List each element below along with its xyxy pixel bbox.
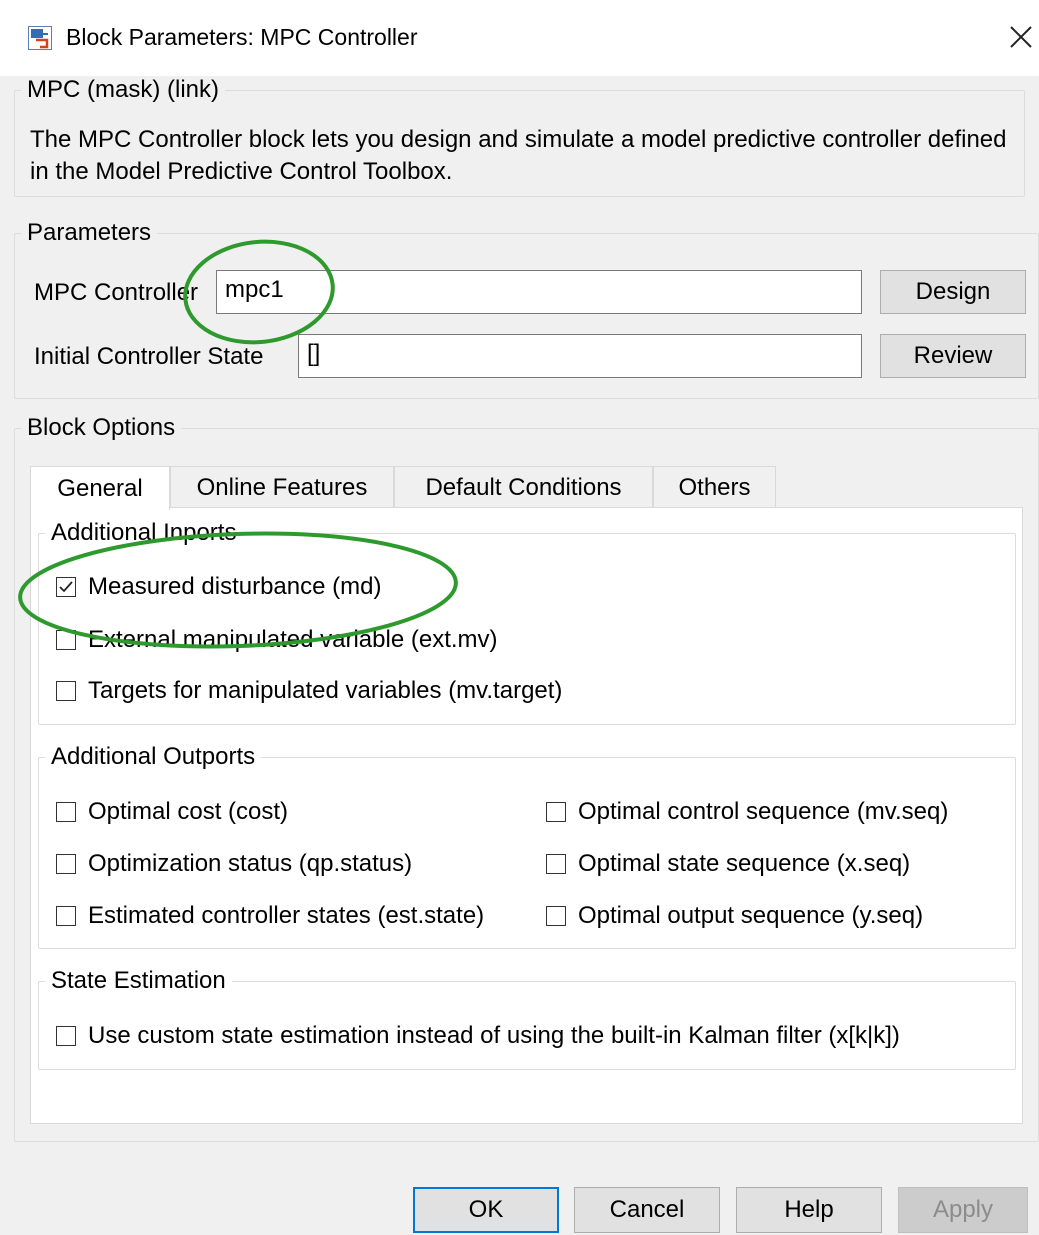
additional-outports-legend: Additional Outports: [45, 743, 262, 771]
state-estimation-group: State Estimation: [38, 967, 1016, 1070]
checkbox-x-seq[interactable]: Optimal state sequence (x.seq): [546, 848, 910, 880]
state-estimation-legend: State Estimation: [45, 967, 232, 995]
checkbox[interactable]: [56, 1026, 76, 1046]
mask-group-legend: MPC (mask) (link): [27, 76, 219, 103]
checkbox[interactable]: [56, 802, 76, 822]
mpc-controller-label: MPC Controller: [34, 279, 199, 306]
mpc-controller-input[interactable]: mpc1: [216, 270, 862, 314]
checkbox-mv-seq[interactable]: Optimal control sequence (mv.seq): [546, 796, 948, 828]
tab-general[interactable]: General: [30, 466, 170, 510]
checkbox[interactable]: [546, 906, 566, 926]
parameters-legend: Parameters: [27, 219, 152, 246]
checkmark-icon: [59, 581, 73, 593]
checkbox[interactable]: [546, 802, 566, 822]
close-icon[interactable]: [1004, 20, 1038, 54]
checkbox[interactable]: [546, 854, 566, 874]
simulink-block-icon: [28, 26, 52, 50]
checkbox-label: Measured disturbance (md): [88, 573, 382, 600]
checkbox-label: Targets for manipulated variables (mv.ta…: [88, 677, 563, 704]
checkbox-label: Estimated controller states (est.state): [88, 902, 485, 929]
checkbox-optimal-cost[interactable]: Optimal cost (cost): [56, 796, 288, 828]
help-button[interactable]: Help: [736, 1187, 882, 1233]
window-title: Block Parameters: MPC Controller: [66, 24, 418, 50]
checkbox-mv-target[interactable]: Targets for manipulated variables (mv.ta…: [56, 675, 562, 707]
checkbox[interactable]: [56, 854, 76, 874]
checkbox-label: Optimal control sequence (mv.seq): [578, 798, 949, 825]
checkbox-external-mv[interactable]: External manipulated variable (ext.mv): [56, 624, 498, 656]
checkbox-y-seq[interactable]: Optimal output sequence (y.seq): [546, 900, 923, 932]
ok-button[interactable]: OK: [413, 1187, 559, 1233]
checkbox[interactable]: [56, 630, 76, 650]
initial-state-label: Initial Controller State: [34, 343, 264, 370]
checkbox-label: Optimal cost (cost): [88, 798, 289, 825]
initial-state-input[interactable]: []: [298, 334, 862, 378]
apply-button: Apply: [898, 1187, 1028, 1233]
design-button[interactable]: Design: [880, 270, 1026, 314]
checkbox-custom-state-estimation[interactable]: Use custom state estimation instead of u…: [56, 1020, 900, 1052]
cancel-button[interactable]: Cancel: [574, 1187, 720, 1233]
tab-default-conditions[interactable]: Default Conditions: [394, 466, 653, 508]
checkbox[interactable]: [56, 681, 76, 701]
checkbox-label: Use custom state estimation instead of u…: [88, 1022, 900, 1049]
checkbox-optimization-status[interactable]: Optimization status (qp.status): [56, 848, 412, 880]
checkbox-estimated-states[interactable]: Estimated controller states (est.state): [56, 900, 484, 932]
checkbox-measured-disturbance[interactable]: Measured disturbance (md): [56, 571, 381, 603]
checkbox-label: External manipulated variable (ext.mv): [88, 626, 498, 653]
block-options-legend: Block Options: [27, 414, 176, 441]
checkbox-label: Optimal state sequence (x.seq): [578, 850, 911, 877]
tab-online-features[interactable]: Online Features: [170, 466, 394, 508]
additional-inports-legend: Additional Inports: [45, 519, 243, 547]
checkbox-label: Optimization status (qp.status): [88, 850, 413, 877]
checkbox[interactable]: [56, 577, 76, 597]
tab-others[interactable]: Others: [653, 466, 776, 508]
block-description: The MPC Controller block lets you design…: [30, 126, 1007, 185]
checkbox[interactable]: [56, 906, 76, 926]
review-button[interactable]: Review: [880, 334, 1026, 378]
checkbox-label: Optimal output sequence (y.seq): [578, 902, 924, 929]
title-bar: Block Parameters: MPC Controller: [0, 0, 1039, 76]
